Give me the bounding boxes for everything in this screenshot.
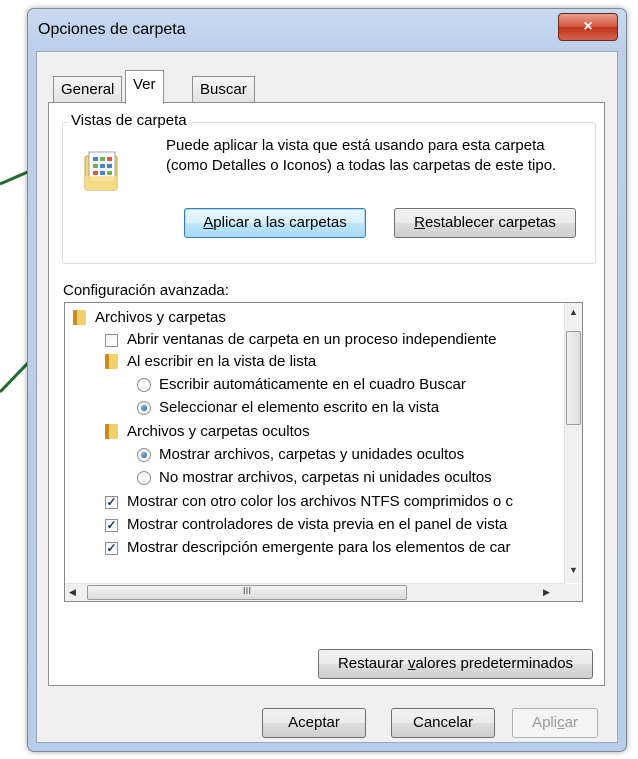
tab-general-label: General	[61, 81, 115, 98]
checkbox-checked[interactable]: ✓	[105, 542, 118, 555]
horizontal-scroll-thumb[interactable]: III	[87, 585, 407, 600]
horizontal-scrollbar[interactable]: ◀ III ▶	[65, 583, 565, 601]
checkbox-checked[interactable]: ✓	[105, 496, 118, 509]
dialog-client-area: General Ver Buscar Vistas de carpeta Pue…	[36, 51, 618, 743]
folder-options-dialog: Opciones de carpeta × General Ver Buscar…	[27, 8, 627, 752]
folder-icon	[73, 310, 86, 325]
restore-defaults-button[interactable]: Restaurar valores predeterminados	[318, 649, 593, 679]
scroll-right-arrow-icon[interactable]: ▶	[543, 587, 550, 598]
tab-ver[interactable]: Ver	[125, 70, 164, 104]
scroll-down-arrow-icon[interactable]: ▼	[569, 565, 578, 575]
folder-views-description: Puede aplicar la vista que está usando p…	[166, 137, 557, 174]
apply-button[interactable]: Aplicar	[512, 708, 598, 738]
close-button[interactable]: ×	[558, 13, 618, 41]
vertical-scrollbar[interactable]: ▲ ▼	[564, 303, 582, 583]
tab-buscar[interactable]: Buscar	[192, 76, 255, 103]
advanced-settings-tree[interactable]: Archivos y carpetas Abrir ventanas de ca…	[64, 302, 583, 602]
scroll-up-arrow-icon[interactable]: ▲	[569, 307, 578, 317]
vertical-scroll-thumb[interactable]	[566, 331, 581, 425]
tab-buscar-label: Buscar	[200, 81, 247, 98]
radio-unselected[interactable]	[137, 471, 151, 485]
scroll-grip-icon: III	[242, 586, 252, 597]
folder-icon	[105, 424, 118, 439]
folder-icon	[105, 354, 118, 369]
scrollbar-corner	[565, 584, 582, 601]
radio-selected[interactable]	[137, 401, 151, 415]
scroll-left-arrow-icon[interactable]: ◀	[69, 587, 76, 598]
ok-button[interactable]: Aceptar	[262, 708, 366, 738]
radio-selected[interactable]	[137, 448, 151, 462]
cancel-button[interactable]: Cancelar	[391, 708, 495, 738]
radio-unselected[interactable]	[137, 378, 151, 392]
reset-folders-button[interactable]: Restablecer carpetas	[394, 208, 576, 238]
title-bar[interactable]: Opciones de carpeta ×	[28, 9, 626, 51]
tab-general[interactable]: General	[53, 76, 123, 103]
apply-to-folders-button[interactable]: Aplicar a las carpetas	[184, 208, 366, 238]
close-icon: ×	[583, 18, 593, 35]
window-title: Opciones de carpeta	[38, 21, 186, 38]
tab-ver-label: Ver	[133, 76, 156, 93]
checkbox-unchecked[interactable]	[105, 334, 118, 347]
folder-views-group-label: Vistas de carpeta	[68, 112, 190, 129]
advanced-settings-label: Configuración avanzada:	[63, 282, 229, 299]
checkbox-checked[interactable]: ✓	[105, 519, 118, 532]
folder-view-icon	[84, 151, 118, 191]
